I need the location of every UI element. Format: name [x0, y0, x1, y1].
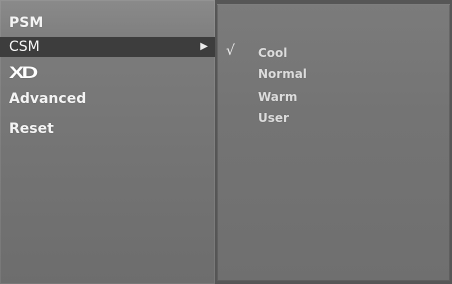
- xd-logo: XD: [9, 63, 38, 82]
- submenu-arrow-icon: ▶: [200, 41, 208, 52]
- menu-item-xd[interactable]: XD: [0, 63, 215, 83]
- menu-item-label: PSM: [9, 15, 44, 31]
- menu-item-label: Reset: [9, 121, 54, 137]
- csm-option-normal[interactable]: Normal: [258, 66, 307, 82]
- csm-option-user[interactable]: User: [258, 110, 289, 126]
- csm-submenu-panel: [217, 4, 450, 281]
- check-mark-icon: √: [226, 43, 235, 59]
- menu-item-label: Advanced: [9, 91, 87, 107]
- menu-item-psm[interactable]: PSM: [0, 13, 215, 33]
- csm-option-warm[interactable]: Warm: [258, 89, 297, 105]
- menu-item-csm[interactable]: CSM ▶: [0, 37, 215, 57]
- menu-item-advanced[interactable]: Advanced: [0, 89, 215, 109]
- csm-option-cool[interactable]: Cool: [258, 45, 287, 61]
- menu-item-reset[interactable]: Reset: [0, 119, 215, 139]
- main-menu-panel: PSM CSM ▶ XD Advanced Reset: [0, 0, 216, 284]
- osd-menu: PSM CSM ▶ XD Advanced Reset √ Cool Norma…: [0, 0, 452, 284]
- menu-item-label: CSM: [9, 39, 40, 55]
